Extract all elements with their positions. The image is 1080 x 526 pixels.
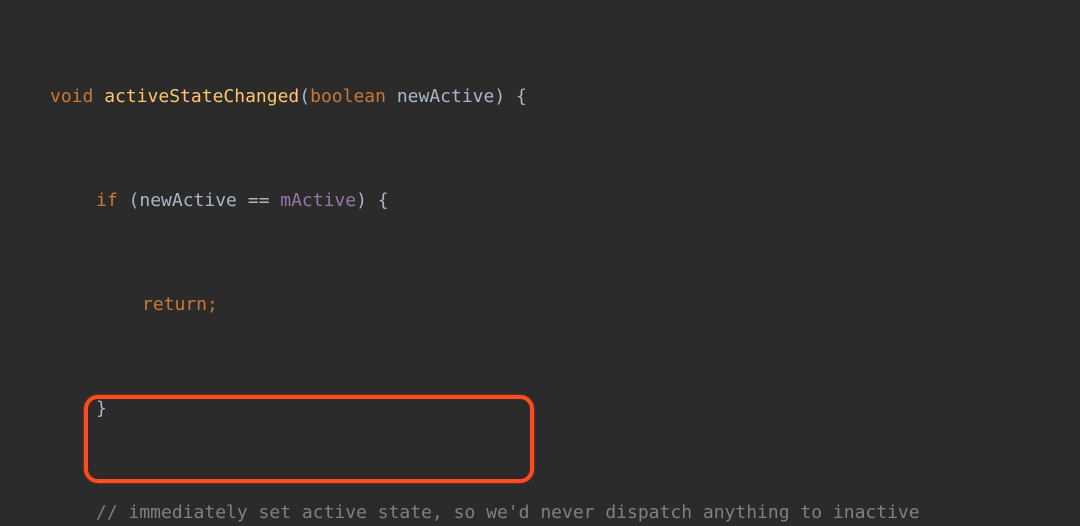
code-line: } bbox=[0, 396, 1080, 422]
code-line: void activeStateChanged(boolean newActiv… bbox=[0, 84, 1080, 110]
comment: // immediately set active state, so we'd… bbox=[96, 502, 920, 523]
method-name: activeStateChanged bbox=[104, 86, 299, 107]
code-line: if (newActive == mActive) { bbox=[0, 188, 1080, 214]
code-line: // immediately set active state, so we'd… bbox=[0, 500, 1080, 526]
code-line: return; bbox=[0, 292, 1080, 318]
keyword: void bbox=[50, 86, 93, 107]
code-editor[interactable]: void activeStateChanged(boolean newActiv… bbox=[0, 0, 1080, 526]
